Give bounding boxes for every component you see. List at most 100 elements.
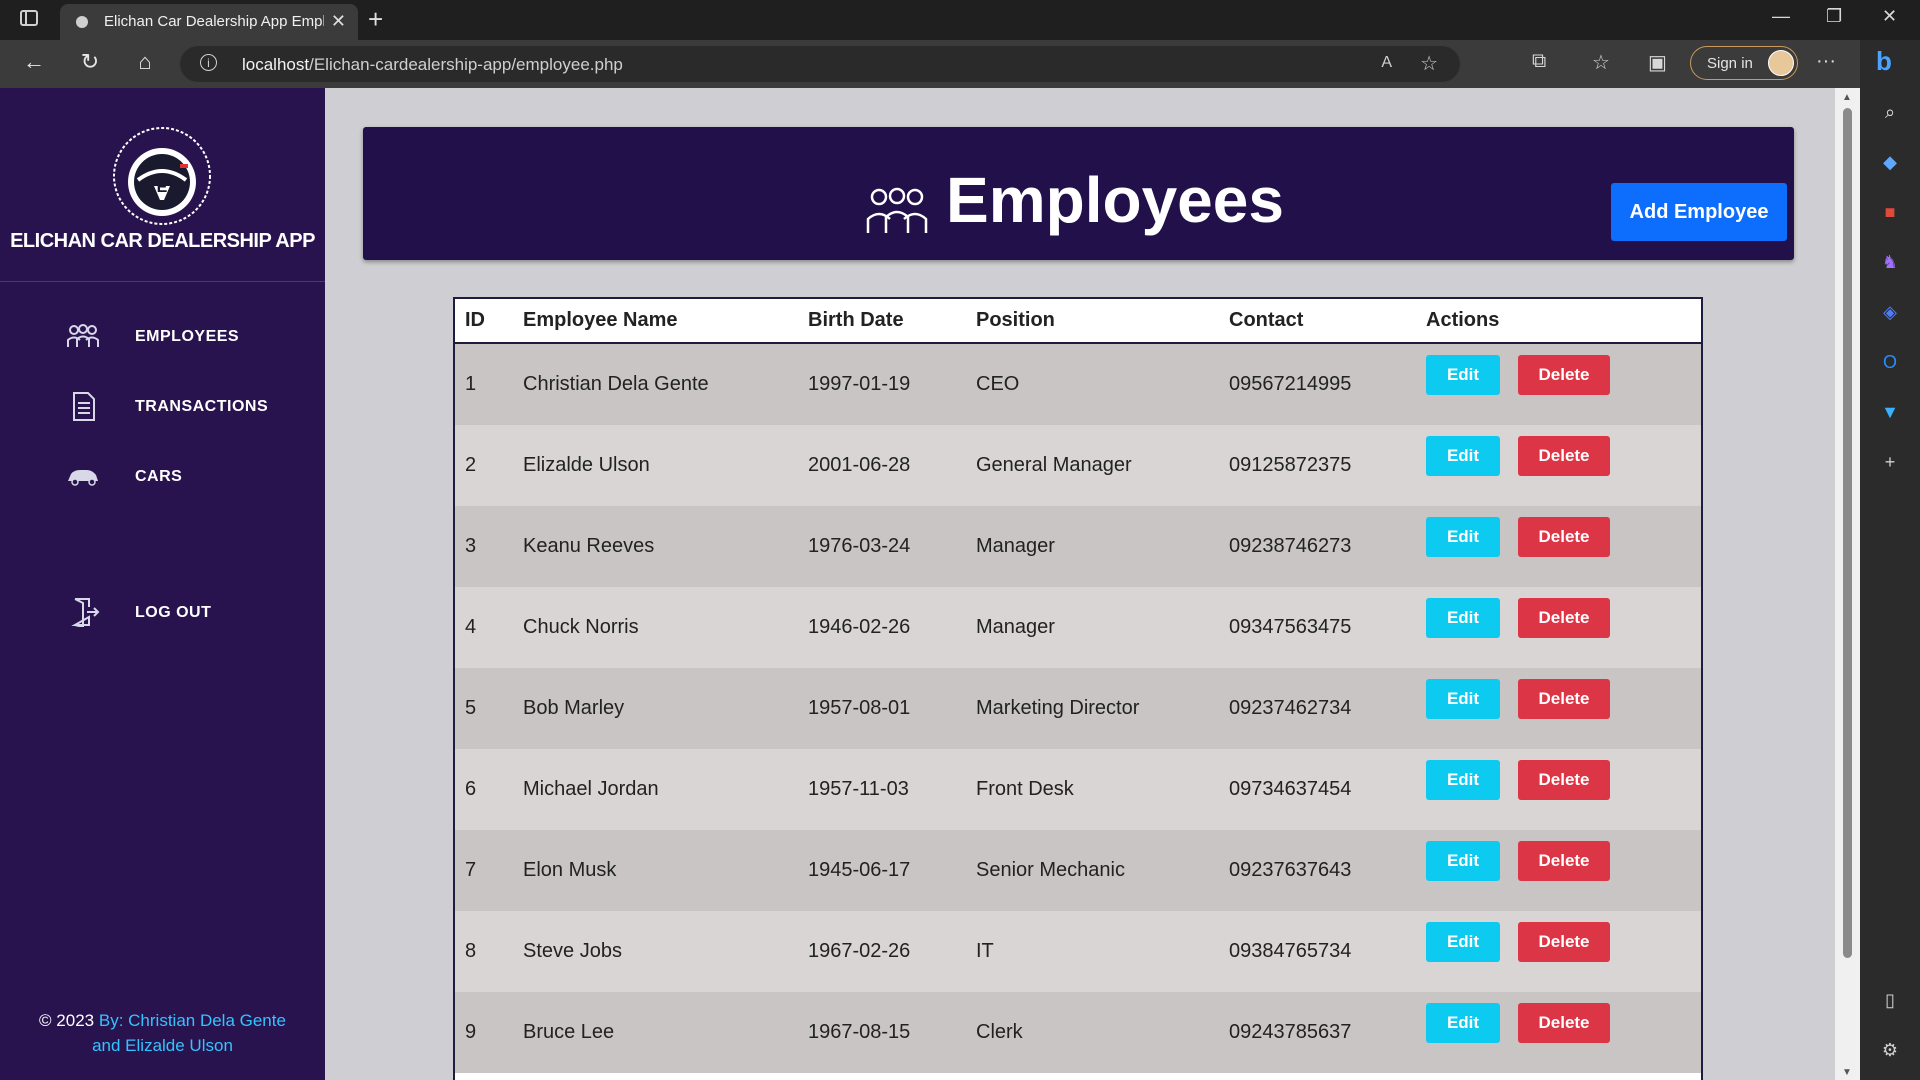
copilot-icon[interactable]: ◈ (1878, 300, 1902, 324)
extensions-icon[interactable]: ⧉ (1532, 50, 1546, 73)
cell-birth-date: 1957-08-01 (808, 697, 911, 719)
panel-icon[interactable]: ▯ (1878, 988, 1902, 1012)
collections-icon[interactable]: ▣ (1648, 50, 1667, 75)
home-icon[interactable]: ⌂ (129, 49, 161, 75)
more-options-icon[interactable]: ··· (1816, 50, 1836, 73)
cell-position: Manager (976, 535, 1055, 557)
edit-button[interactable]: Edit (1426, 1003, 1500, 1043)
delete-button[interactable]: Delete (1518, 1003, 1610, 1043)
sidebar-item-employees[interactable]: EMPLOYEES (65, 317, 305, 357)
delete-button[interactable]: Delete (1518, 841, 1610, 881)
table-header-row: ID Employee Name Birth Date Position Con… (455, 299, 1701, 343)
cell-name: Bruce Lee (523, 1021, 615, 1043)
read-aloud-icon[interactable]: A (1381, 54, 1392, 72)
edit-button[interactable]: Edit (1426, 355, 1500, 395)
cell-actions: Edit Delete (1416, 749, 1701, 830)
cell-actions: Edit Delete (1416, 343, 1701, 425)
site-info-icon[interactable]: i (200, 54, 217, 71)
cell-birth-date: 1997-01-19 (808, 373, 911, 395)
games-icon[interactable]: ♞ (1878, 250, 1902, 274)
tools-icon[interactable]: ■ (1878, 200, 1902, 224)
document-icon (73, 392, 95, 421)
column-header-id: ID (465, 309, 485, 331)
delete-button[interactable]: Delete (1518, 760, 1610, 800)
cell-name: Steve Jobs (523, 940, 622, 962)
cell-id: 1 (465, 373, 477, 395)
cell-actions: Edit Delete (1416, 830, 1701, 911)
table-row: 2 Elizalde Ulson 2001-06-28 General Mana… (455, 425, 1701, 506)
sidebar-footer: © 2023 By: Christian Dela Gente and Eliz… (0, 1008, 325, 1058)
new-tab-icon[interactable]: + (368, 4, 383, 35)
scroll-down-icon[interactable]: ▼ (1842, 1067, 1852, 1078)
cell-actions: Edit Delete (1416, 425, 1701, 506)
author-link[interactable]: By: Christian Dela Gente (99, 1011, 286, 1030)
browser-tab-bar: Elichan Car Dealership App Empl ✕ + — ❐ … (0, 0, 1920, 40)
sidebar-item-cars[interactable]: CARS (65, 457, 305, 497)
cell-actions: Edit Delete (1416, 668, 1701, 749)
cell-contact: 09125872375 (1229, 454, 1352, 476)
drop-icon[interactable]: ▼ (1878, 400, 1902, 424)
cell-position: IT (976, 940, 994, 962)
edit-button[interactable]: Edit (1426, 760, 1500, 800)
address-bar[interactable]: i localhost/Elichan-cardealership-app/em… (180, 46, 1460, 82)
bing-icon[interactable]: b (1864, 46, 1904, 82)
close-window-icon[interactable]: ✕ (1882, 6, 1897, 27)
cell-id: 3 (465, 535, 477, 557)
edit-button[interactable]: Edit (1426, 841, 1500, 881)
table-row: 5 Bob Marley 1957-08-01 Marketing Direct… (455, 668, 1701, 749)
url-text: localhost/Elichan-cardealership-app/empl… (242, 55, 623, 74)
scroll-up-icon[interactable]: ▲ (1842, 92, 1852, 103)
cell-id: 8 (465, 940, 477, 962)
browser-tab[interactable]: Elichan Car Dealership App Empl ✕ (60, 4, 358, 40)
edit-button[interactable]: Edit (1426, 517, 1500, 557)
sidebar-item-logout[interactable]: LOG OUT (65, 593, 305, 633)
minimize-icon[interactable]: — (1772, 6, 1790, 27)
table-row: 4 Chuck Norris 1946-02-26 Manager 093475… (455, 587, 1701, 668)
back-icon[interactable]: ← (18, 49, 50, 75)
sidebar-item-transactions[interactable]: TRANSACTIONS (65, 387, 305, 427)
add-favorite-icon[interactable]: ☆ (1420, 51, 1438, 76)
sign-in-button[interactable]: Sign in (1690, 46, 1798, 80)
cell-contact: 09384765734 (1229, 940, 1352, 962)
tab-actions-icon[interactable] (20, 10, 38, 26)
column-header-actions: Actions (1426, 309, 1500, 331)
cell-id: 9 (465, 1021, 477, 1043)
delete-button[interactable]: Delete (1518, 436, 1610, 476)
delete-button[interactable]: Delete (1518, 922, 1610, 962)
cell-id: 7 (465, 859, 477, 881)
author-link-2[interactable]: and Elizalde Ulson (0, 1033, 325, 1058)
logout-icon (71, 598, 100, 627)
close-tab-icon[interactable]: ✕ (331, 11, 346, 32)
restore-icon[interactable]: ❐ (1826, 6, 1842, 27)
edit-button[interactable]: Edit (1426, 436, 1500, 476)
cell-position: Marketing Director (976, 697, 1140, 719)
table-row: 3 Keanu Reeves 1976-03-24 Manager 092387… (455, 506, 1701, 587)
cell-position: General Manager (976, 454, 1132, 476)
scrollbar-thumb[interactable] (1843, 108, 1852, 958)
favorites-icon[interactable]: ☆ (1592, 50, 1610, 75)
edit-button[interactable]: Edit (1426, 679, 1500, 719)
sidebar: E ELICHAN CAR DEALERSHIP APP EMPLOYEES T… (0, 88, 325, 1080)
page-scrollbar[interactable]: ▲ ▼ (1835, 88, 1860, 1080)
shopping-icon[interactable]: ◆ (1878, 150, 1902, 174)
delete-button[interactable]: Delete (1518, 355, 1610, 395)
delete-button[interactable]: Delete (1518, 517, 1610, 557)
cell-birth-date: 1957-11-03 (808, 778, 909, 800)
cell-birth-date: 1946-02-26 (808, 616, 911, 638)
edit-button[interactable]: Edit (1426, 598, 1500, 638)
add-employee-button[interactable]: Add Employee (1611, 183, 1787, 241)
add-icon[interactable]: + (1878, 450, 1902, 474)
cell-birth-date: 1976-03-24 (808, 535, 911, 557)
delete-button[interactable]: Delete (1518, 598, 1610, 638)
sidebar-item-label: CARS (135, 468, 183, 485)
settings-icon[interactable]: ⚙ (1878, 1038, 1902, 1062)
search-icon[interactable]: ⌕ (1878, 100, 1902, 124)
delete-button[interactable]: Delete (1518, 679, 1610, 719)
reload-icon[interactable]: ↻ (74, 49, 106, 75)
table-row: 7 Elon Musk 1945-06-17 Senior Mechanic 0… (455, 830, 1701, 911)
cell-contact: 09734637454 (1229, 778, 1352, 800)
outlook-icon[interactable]: O (1878, 350, 1902, 374)
cell-id: 5 (465, 697, 477, 719)
cell-actions: Edit Delete (1416, 506, 1701, 587)
edit-button[interactable]: Edit (1426, 922, 1500, 962)
